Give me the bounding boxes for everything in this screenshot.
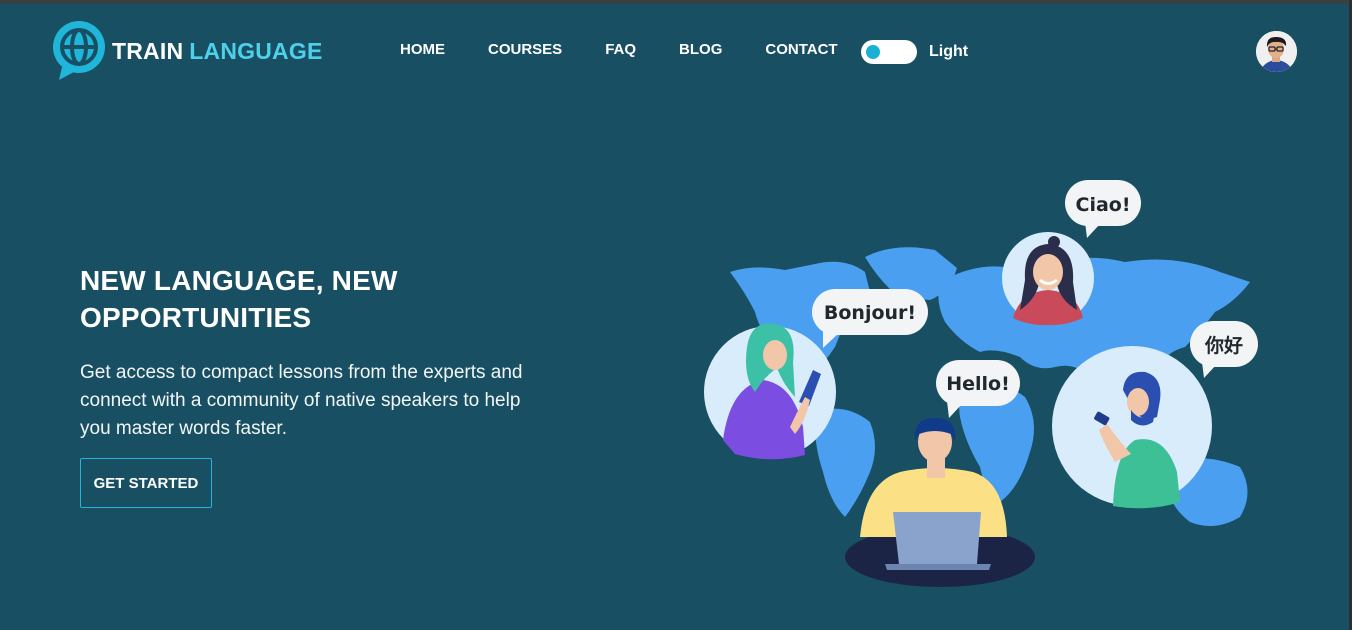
brand-name: TRAIN LANGUAGE: [112, 38, 323, 65]
nav-courses[interactable]: COURSES: [488, 41, 562, 58]
bubble-bonjour: Bonjour!: [812, 289, 928, 348]
greeting-bonjour: Bonjour!: [824, 302, 916, 324]
nav-home[interactable]: HOME: [400, 41, 445, 58]
bubble-ciao: Ciao!: [1065, 180, 1141, 238]
get-started-button[interactable]: GET STARTED: [80, 458, 212, 508]
bubble-nihao: 你好: [1190, 321, 1258, 378]
brand-word-1: TRAIN: [112, 37, 184, 64]
language-illustration: Ciao! Bonjour! 你好 Hello!: [704, 180, 1258, 587]
hero-title: NEW LANGUAGE, NEW OPPORTUNITIES: [80, 265, 398, 333]
brand-logo[interactable]: TRAIN LANGUAGE: [50, 18, 323, 84]
theme-toggle[interactable]: [861, 40, 917, 64]
main-nav: HOME COURSES FAQ BLOG CONTACT: [400, 41, 881, 58]
toggle-knob: [866, 45, 880, 59]
globe-chat-icon: [53, 21, 105, 80]
greeting-ciao: Ciao!: [1076, 194, 1131, 216]
hero-description: Get access to compact lessons from the e…: [80, 362, 523, 439]
hero-section: NEW LANGUAGE, NEW OPPORTUNITIES Get acce…: [80, 262, 550, 443]
nav-contact[interactable]: CONTACT: [765, 41, 837, 58]
nav-faq[interactable]: FAQ: [605, 41, 636, 58]
brand-word-2: LANGUAGE: [189, 37, 323, 64]
greeting-hello: Hello!: [946, 373, 1010, 395]
nav-blog[interactable]: BLOG: [679, 41, 722, 58]
user-avatar[interactable]: [1256, 31, 1297, 72]
site-header: TRAIN LANGUAGE HOME COURSES FAQ BLOG CONT…: [0, 4, 1352, 100]
learner-woman-top-circle: [1002, 232, 1094, 326]
theme-toggle-label: Light: [929, 43, 969, 60]
greeting-nihao: 你好: [1204, 334, 1243, 357]
avatar-image: [1256, 31, 1297, 72]
